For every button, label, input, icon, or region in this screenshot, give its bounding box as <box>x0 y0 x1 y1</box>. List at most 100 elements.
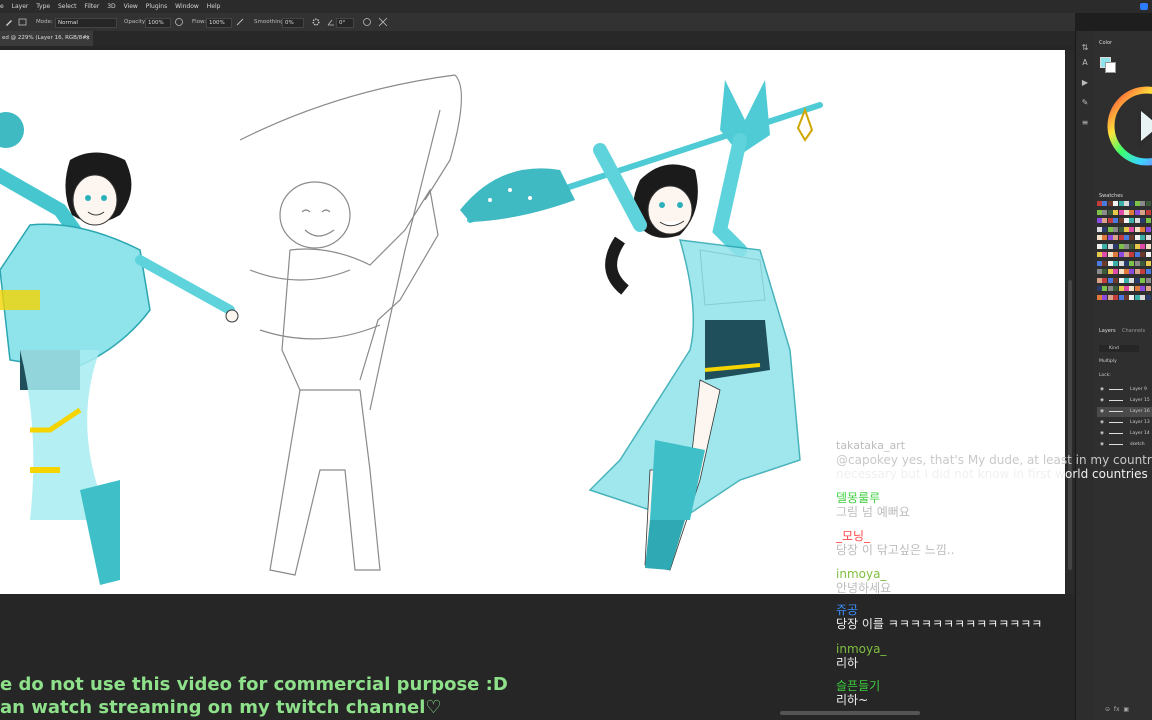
background-color-swatch[interactable] <box>1105 62 1116 73</box>
swatch[interactable] <box>1107 209 1113 215</box>
history-icon[interactable]: ⇅ <box>1080 43 1090 53</box>
swatch[interactable] <box>1102 226 1108 232</box>
swatch[interactable] <box>1118 235 1124 240</box>
menu-item-plugins[interactable]: Plugins <box>146 0 168 13</box>
swatch[interactable] <box>1124 201 1129 206</box>
swatch[interactable] <box>1145 252 1151 257</box>
swatch[interactable] <box>1097 294 1102 300</box>
swatch[interactable] <box>1118 218 1124 223</box>
visibility-eye-icon[interactable]: ◉ <box>1100 396 1104 406</box>
swatch[interactable] <box>1124 277 1129 283</box>
swatch[interactable] <box>1145 286 1151 291</box>
swatch[interactable] <box>1118 277 1124 283</box>
menu-item-edit[interactable]: e <box>0 0 4 13</box>
swatch[interactable] <box>1145 226 1151 232</box>
pressure-size-icon[interactable] <box>362 17 372 27</box>
menu-item-layer[interactable]: Layer <box>12 0 29 13</box>
swatch[interactable] <box>1113 294 1119 300</box>
swatch[interactable] <box>1107 235 1113 240</box>
swatch[interactable] <box>1097 260 1102 266</box>
close-icon[interactable]: × <box>85 31 90 46</box>
swatch[interactable] <box>1102 201 1108 206</box>
swatch[interactable] <box>1097 243 1102 249</box>
swatch[interactable] <box>1129 226 1135 232</box>
swatch[interactable] <box>1129 243 1135 249</box>
swatch[interactable] <box>1124 226 1129 232</box>
swatch[interactable] <box>1097 277 1102 283</box>
character-icon[interactable]: A <box>1080 58 1090 68</box>
gear-icon[interactable] <box>311 17 321 27</box>
swatch[interactable] <box>1118 260 1124 266</box>
airbrush-icon[interactable] <box>235 17 245 27</box>
swatch[interactable] <box>1113 226 1119 232</box>
swatch[interactable] <box>1129 277 1135 283</box>
swatch[interactable] <box>1107 252 1113 257</box>
swatch[interactable] <box>1124 286 1129 291</box>
swatch[interactable] <box>1129 235 1135 240</box>
swatches-panel-title[interactable]: Swatches <box>1099 193 1123 199</box>
angle-field[interactable]: 0° <box>336 18 354 28</box>
swatch[interactable] <box>1145 243 1151 249</box>
visibility-eye-icon[interactable]: ◉ <box>1100 407 1104 417</box>
canvas-scrollbar-horizontal[interactable] <box>780 711 920 715</box>
swatch[interactable] <box>1140 226 1146 232</box>
swatch[interactable] <box>1097 252 1102 257</box>
swatch[interactable] <box>1102 294 1108 300</box>
swatch[interactable] <box>1134 243 1140 249</box>
swatch[interactable] <box>1107 286 1113 291</box>
swatch[interactable] <box>1102 243 1108 249</box>
brush-preset-icon[interactable] <box>18 17 28 27</box>
swatch[interactable] <box>1145 260 1151 266</box>
swatch[interactable] <box>1124 260 1129 266</box>
swatch[interactable] <box>1107 218 1113 223</box>
menu-item-view[interactable]: View <box>124 0 138 13</box>
swatch[interactable] <box>1113 209 1119 215</box>
swatch[interactable] <box>1097 201 1102 206</box>
swatch[interactable] <box>1113 260 1119 266</box>
swatch[interactable] <box>1113 252 1119 257</box>
layer-panel-footer-icons[interactable]: ⊝ fx ▣ <box>1105 706 1129 713</box>
swatch[interactable] <box>1118 201 1124 206</box>
swatch[interactable] <box>1134 226 1140 232</box>
swatch[interactable] <box>1140 294 1146 300</box>
color-panel-title[interactable]: Color <box>1099 40 1112 46</box>
swatch[interactable] <box>1145 218 1151 223</box>
menu-item-help[interactable]: Help <box>207 0 221 13</box>
swatch[interactable] <box>1145 277 1151 283</box>
swatch[interactable] <box>1118 252 1124 257</box>
menu-item-3d[interactable]: 3D <box>107 0 115 13</box>
swatch[interactable] <box>1097 218 1102 223</box>
swatch[interactable] <box>1102 286 1108 291</box>
swatch[interactable] <box>1107 277 1113 283</box>
mode-select[interactable]: Normal <box>55 18 117 28</box>
brush-settings-icon[interactable]: ✎ <box>1080 98 1090 108</box>
swatch[interactable] <box>1097 226 1102 232</box>
swatch[interactable] <box>1118 243 1124 249</box>
swatch[interactable] <box>1145 235 1151 240</box>
swatch[interactable] <box>1140 252 1146 257</box>
opacity-field[interactable]: 100% <box>145 18 171 28</box>
smoothing-field[interactable]: 0% <box>282 18 304 28</box>
swatch[interactable] <box>1145 294 1151 300</box>
swatch[interactable] <box>1129 286 1135 291</box>
swatch[interactable] <box>1129 252 1135 257</box>
swatch[interactable] <box>1107 269 1113 274</box>
swatch[interactable] <box>1134 294 1140 300</box>
swatch[interactable] <box>1124 243 1129 249</box>
swatch[interactable] <box>1140 277 1146 283</box>
swatch[interactable] <box>1129 209 1135 215</box>
brush-tool-icon[interactable] <box>4 17 14 27</box>
swatch[interactable] <box>1102 235 1108 240</box>
swatch[interactable] <box>1140 218 1146 223</box>
swatch[interactable] <box>1145 209 1151 215</box>
swatch[interactable] <box>1134 277 1140 283</box>
layer-row[interactable]: ◉ Layer 13 <box>1097 418 1152 428</box>
swatch[interactable] <box>1134 252 1140 257</box>
swatch[interactable] <box>1134 269 1140 274</box>
swatch[interactable] <box>1113 269 1119 274</box>
swatch[interactable] <box>1102 277 1108 283</box>
swatch[interactable] <box>1113 277 1119 283</box>
swatch[interactable] <box>1113 218 1119 223</box>
swatch[interactable] <box>1107 294 1113 300</box>
swatch[interactable] <box>1134 218 1140 223</box>
